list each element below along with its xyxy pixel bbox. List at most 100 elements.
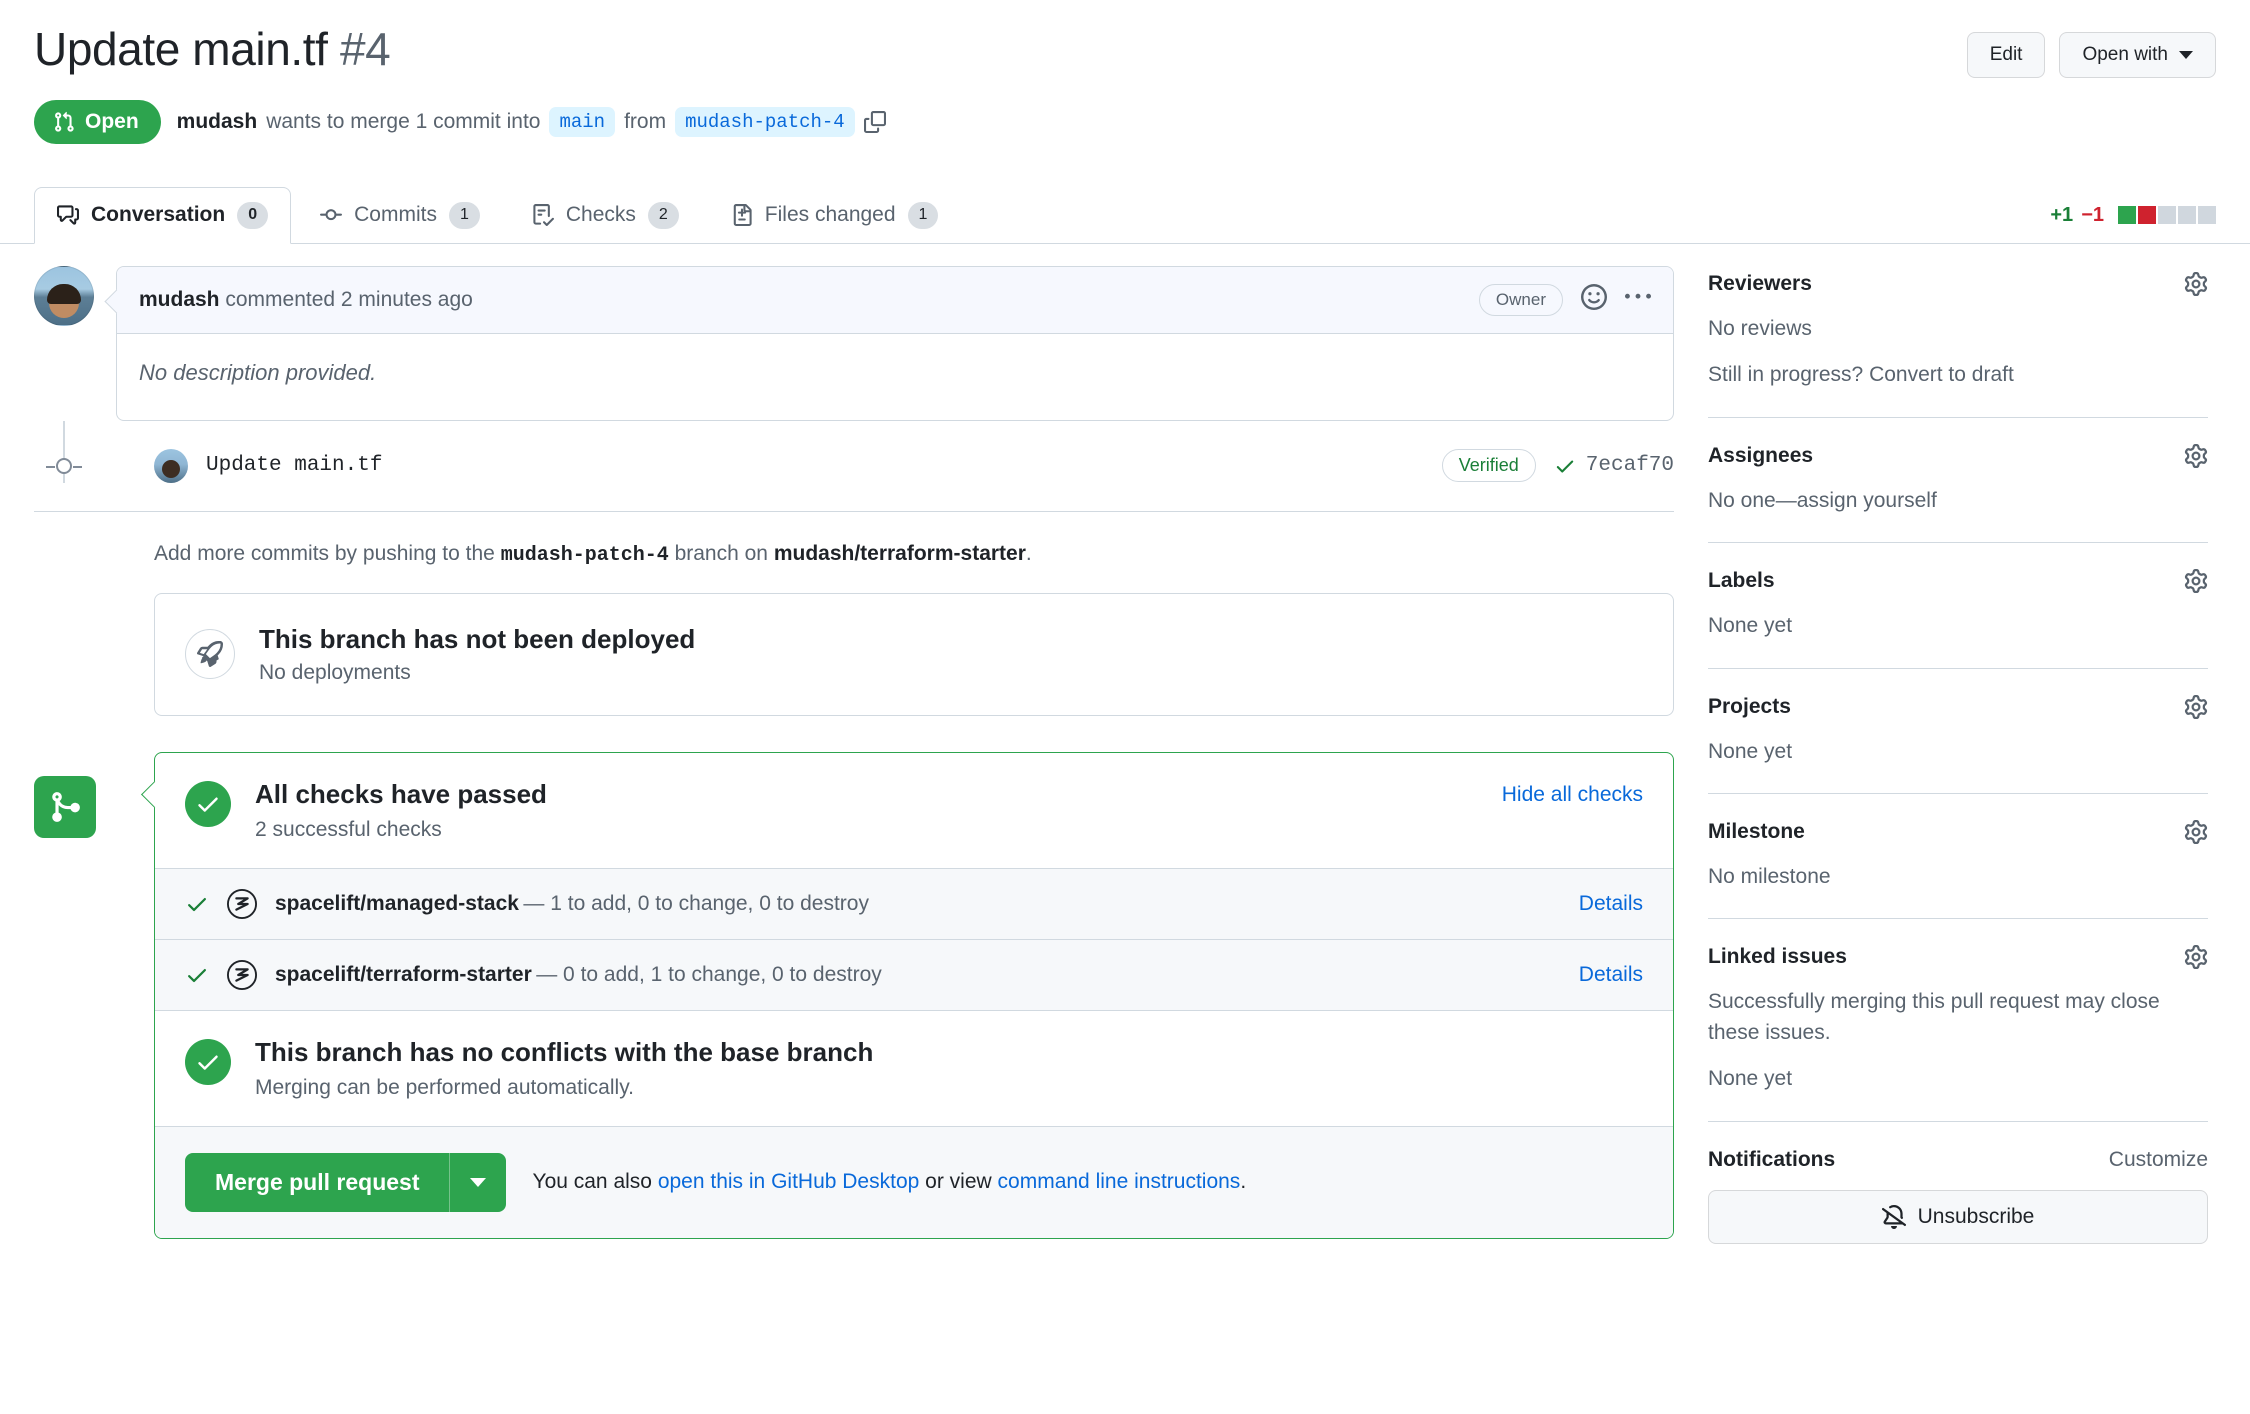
- main-column: mudash commented 2 minutes ago Owner: [34, 244, 1674, 1296]
- tab-conversation[interactable]: Conversation 0: [34, 187, 291, 244]
- commit-message[interactable]: Update main.tf: [206, 454, 382, 477]
- milestone-title: Milestone: [1708, 820, 1805, 844]
- open-with-label: Open with: [2082, 44, 2168, 66]
- github-desktop-link[interactable]: open this in GitHub Desktop: [658, 1170, 919, 1193]
- conflict-subtitle: Merging can be performed automatically.: [255, 1076, 873, 1100]
- check-details-link[interactable]: Details: [1579, 963, 1643, 987]
- gear-icon[interactable]: [2184, 444, 2208, 468]
- gear-icon[interactable]: [2184, 569, 2208, 593]
- comment-box: mudash commented 2 minutes ago Owner: [116, 266, 1674, 421]
- linked-issues-title: Linked issues: [1708, 945, 1847, 969]
- page-title: Update main.tf #4: [34, 22, 390, 76]
- avatar[interactable]: [34, 266, 94, 326]
- gear-icon[interactable]: [2184, 945, 2208, 969]
- tab-files-changed-label: Files changed: [765, 203, 896, 227]
- pr-number: #4: [340, 23, 390, 75]
- merge-pull-request-button[interactable]: Merge pull request: [185, 1153, 449, 1212]
- diff-block-neutral: [2158, 206, 2176, 224]
- spacelift-logo-icon: [227, 960, 257, 990]
- gear-icon[interactable]: [2184, 272, 2208, 296]
- verified-badge[interactable]: Verified: [1442, 449, 1536, 482]
- kebab-menu-icon[interactable]: [1625, 284, 1651, 316]
- commit-avatar[interactable]: [154, 449, 188, 483]
- merge-text-2: from: [624, 110, 666, 134]
- head-branch-chip[interactable]: mudash-patch-4: [675, 107, 855, 137]
- merge-note: You can also open this in GitHub Desktop…: [532, 1170, 1246, 1194]
- pr-title-text: Update main.tf: [34, 23, 328, 75]
- check-icon: [1554, 455, 1576, 477]
- merge-note-prefix: You can also: [532, 1170, 652, 1193]
- check-row: spacelift/terraform-starter — 0 to add, …: [155, 939, 1673, 1010]
- bell-slash-icon: [1882, 1205, 1906, 1229]
- command-line-instructions-link[interactable]: command line instructions: [998, 1170, 1241, 1193]
- sidebar: Reviewers No reviews Still in progress? …: [1708, 244, 2208, 1296]
- tab-commits[interactable]: Commits 1: [297, 187, 503, 244]
- comment-icon: [57, 204, 79, 226]
- check-row-left: spacelift/managed-stack — 1 to add, 0 to…: [185, 889, 869, 919]
- tab-checks[interactable]: Checks 2: [509, 187, 702, 244]
- tab-files-changed[interactable]: Files changed 1: [708, 187, 962, 244]
- check-name-wrap: spacelift/terraform-starter — 0 to add, …: [275, 963, 882, 987]
- unsubscribe-button[interactable]: Unsubscribe: [1708, 1190, 2208, 1244]
- conflict-status: This branch has no conflicts with the ba…: [155, 1010, 1673, 1126]
- check-description: — 0 to add, 1 to change, 0 to destroy: [536, 963, 882, 986]
- comment-byline: mudash commented 2 minutes ago: [139, 288, 473, 312]
- push-hint-middle: branch on: [675, 542, 768, 565]
- checks-header-left: All checks have passed 2 successful chec…: [185, 779, 547, 842]
- checks-success-icon: [185, 781, 231, 827]
- gear-icon[interactable]: [2184, 695, 2208, 719]
- comment-author[interactable]: mudash: [139, 288, 220, 311]
- labels-empty-text: None yet: [1708, 611, 2208, 641]
- convert-to-draft-text[interactable]: Still in progress? Convert to draft: [1708, 360, 2208, 390]
- gear-icon[interactable]: [2184, 820, 2208, 844]
- copy-icon[interactable]: [864, 111, 886, 133]
- check-description: — 1 to add, 0 to change, 0 to destroy: [523, 892, 869, 915]
- checks-subtitle: 2 successful checks: [255, 818, 547, 842]
- merge-text-1: wants to merge 1 commit into: [266, 110, 540, 134]
- notifications-title: Notifications: [1708, 1148, 1835, 1172]
- check-details-link[interactable]: Details: [1579, 892, 1643, 916]
- customize-notifications-link[interactable]: Customize: [2109, 1148, 2208, 1172]
- merge-button-group: Merge pull request: [185, 1153, 506, 1212]
- push-hint-prefix: Add more commits by pushing to the: [154, 542, 495, 565]
- header-actions: Edit Open with: [1967, 22, 2216, 78]
- checks-title: All checks have passed: [255, 779, 547, 810]
- checklist-icon: [532, 204, 554, 226]
- projects-header: Projects: [1708, 695, 2208, 719]
- linked-issues-description: Successfully merging this pull request m…: [1708, 987, 2208, 1048]
- linked-issues-header: Linked issues: [1708, 945, 2208, 969]
- labels-header: Labels: [1708, 569, 2208, 593]
- check-name[interactable]: spacelift/managed-stack: [275, 892, 519, 915]
- milestone-empty-text: No milestone: [1708, 862, 2208, 892]
- diff-stat: +1 −1: [2050, 204, 2216, 243]
- pr-header: Update main.tf #4 Edit Open with Open mu…: [0, 0, 2250, 144]
- emoji-reaction-icon[interactable]: [1581, 284, 1607, 316]
- tab-conversation-count: 0: [237, 202, 268, 229]
- open-with-button[interactable]: Open with: [2059, 32, 2216, 78]
- comment-thread: mudash commented 2 minutes ago Owner: [34, 266, 1674, 421]
- commit-row: Update main.tf Verified 7ecaf70: [34, 421, 1674, 512]
- notifications-header: Notifications Customize: [1708, 1148, 2208, 1172]
- tab-bar: Conversation 0 Commits 1 Checks 2: [0, 186, 2250, 244]
- assignees-empty-text[interactable]: No one—assign yourself: [1708, 486, 2208, 516]
- reviewers-header: Reviewers: [1708, 272, 2208, 296]
- assignees-header: Assignees: [1708, 444, 2208, 468]
- title-row: Update main.tf #4 Edit Open with: [34, 22, 2216, 78]
- base-branch-chip[interactable]: main: [549, 107, 615, 137]
- tab-commits-count: 1: [449, 202, 480, 229]
- sidebar-section-reviewers: Reviewers No reviews Still in progress? …: [1708, 272, 2208, 418]
- edit-button[interactable]: Edit: [1967, 32, 2046, 78]
- merge-note-suffix: .: [1240, 1170, 1246, 1193]
- conflict-title: This branch has no conflicts with the ba…: [255, 1037, 873, 1068]
- check-name-wrap: spacelift/managed-stack — 1 to add, 0 to…: [275, 892, 869, 916]
- check-icon: [185, 963, 209, 987]
- check-name[interactable]: spacelift/terraform-starter: [275, 963, 532, 986]
- hide-all-checks-link[interactable]: Hide all checks: [1502, 779, 1643, 807]
- chevron-down-icon: [470, 1178, 486, 1187]
- spacelift-logo-icon: [227, 889, 257, 919]
- sidebar-section-milestone: Milestone No milestone: [1708, 820, 2208, 919]
- merge-options-button[interactable]: [449, 1153, 506, 1212]
- diff-block-removed: [2138, 206, 2156, 224]
- check-row-left: spacelift/terraform-starter — 0 to add, …: [185, 960, 882, 990]
- commit-sha[interactable]: 7ecaf70: [1554, 454, 1674, 477]
